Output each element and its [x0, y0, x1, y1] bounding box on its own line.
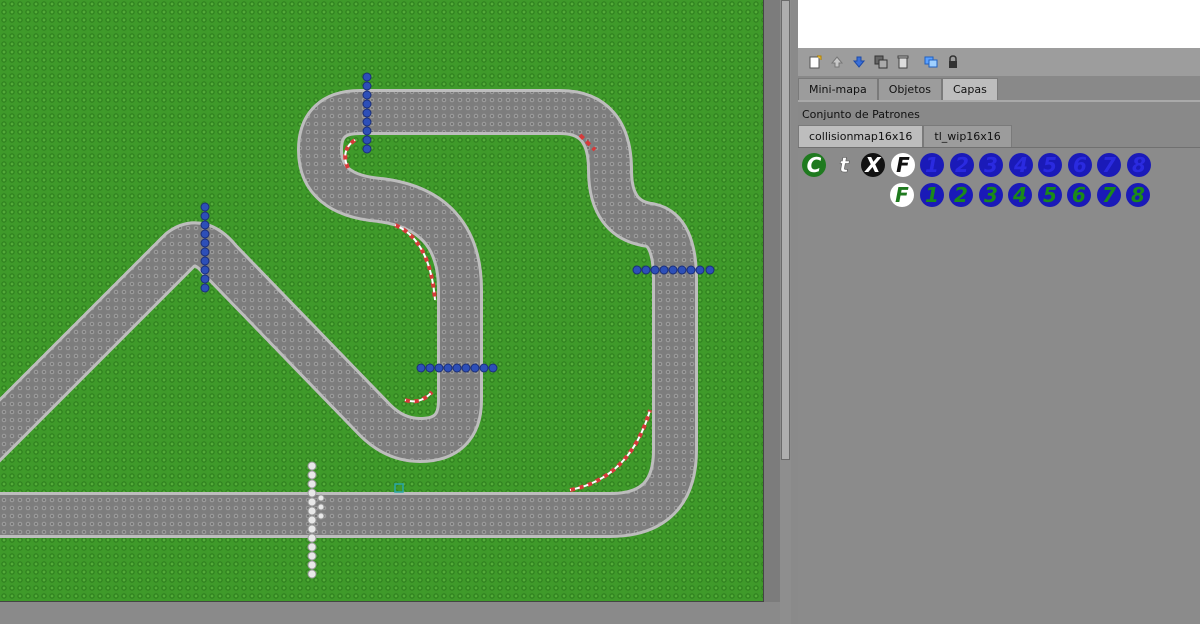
- svg-text:X: X: [863, 153, 882, 177]
- tileset-tabs: collisionmap16x16 tl_wip16x16: [798, 125, 1200, 147]
- map-canvas[interactable]: [0, 0, 764, 602]
- svg-text:7: 7: [1102, 153, 1116, 177]
- svg-text:7: 7: [1102, 183, 1116, 207]
- tile-x-black-icon[interactable]: X: [859, 151, 887, 179]
- tile-6-blue-icon[interactable]: 6: [1066, 151, 1094, 179]
- duplicate-layer-icon[interactable]: [872, 53, 890, 71]
- tile-8-green-icon[interactable]: 8: [1124, 181, 1152, 209]
- show-layers-icon[interactable]: [922, 53, 940, 71]
- tile-2-blue-icon[interactable]: 2: [948, 151, 976, 179]
- layer-toolbar: [798, 48, 1200, 76]
- right-panel: Mini-mapa Objetos Capas Conjunto de Patr…: [798, 0, 1200, 624]
- svg-text:F: F: [896, 153, 910, 177]
- tile-2-green-icon[interactable]: 2: [947, 181, 975, 209]
- svg-text:4: 4: [1012, 183, 1027, 207]
- panel-tabs: Mini-mapa Objetos Capas: [798, 78, 1200, 100]
- tile-3-blue-icon[interactable]: 3: [977, 151, 1005, 179]
- tile-5-green-icon[interactable]: 5: [1036, 181, 1064, 209]
- svg-text:1: 1: [925, 153, 939, 177]
- svg-text:5: 5: [1043, 183, 1057, 207]
- tab-capas[interactable]: Capas: [941, 78, 998, 100]
- tileset-grid[interactable]: CtXF12345678 F12345678: [798, 147, 1200, 624]
- svg-text:1: 1: [925, 183, 939, 207]
- tile-7-blue-icon[interactable]: 7: [1095, 151, 1123, 179]
- tab-mini-mapa[interactable]: Mini-mapa: [798, 78, 878, 100]
- tile-7-green-icon[interactable]: 7: [1095, 181, 1123, 209]
- svg-text:5: 5: [1043, 153, 1057, 177]
- svg-text:4: 4: [1013, 153, 1028, 177]
- svg-text:F: F: [895, 183, 909, 207]
- tile-f-green-icon[interactable]: F: [888, 181, 916, 209]
- panel-splitter[interactable]: [791, 0, 798, 624]
- svg-text:6: 6: [1073, 153, 1087, 177]
- tile-8-blue-icon[interactable]: 8: [1125, 151, 1153, 179]
- svg-text:C: C: [807, 153, 822, 177]
- track-map[interactable]: [0, 0, 764, 602]
- map-bottom-bar: [0, 602, 780, 624]
- svg-text:8: 8: [1132, 153, 1146, 177]
- tile-6-green-icon[interactable]: 6: [1065, 181, 1093, 209]
- tileset-panel-title: Conjunto de Patrones: [802, 108, 920, 121]
- svg-text:2: 2: [954, 183, 968, 207]
- move-down-icon[interactable]: [850, 53, 868, 71]
- tile-f-white-icon[interactable]: F: [889, 151, 917, 179]
- svg-text:8: 8: [1131, 183, 1145, 207]
- svg-text:3: 3: [984, 183, 998, 207]
- map-scrollbar-thumb[interactable]: [781, 0, 790, 460]
- preview-area: [798, 0, 1200, 49]
- tile-5-blue-icon[interactable]: 5: [1036, 151, 1064, 179]
- delete-layer-icon[interactable]: [894, 53, 912, 71]
- tile-4-green-icon[interactable]: 4: [1006, 181, 1034, 209]
- tile-4-blue-icon[interactable]: 4: [1007, 151, 1035, 179]
- lock-icon[interactable]: [944, 53, 962, 71]
- new-layer-icon[interactable]: [806, 53, 824, 71]
- tab-collisionmap16x16[interactable]: collisionmap16x16: [798, 125, 924, 147]
- map-separator: [764, 0, 780, 602]
- tile-c-green-icon[interactable]: C: [800, 151, 828, 179]
- tile-1-blue-icon[interactable]: 1: [918, 151, 946, 179]
- tab-objetos[interactable]: Objetos: [877, 78, 942, 100]
- tab-tl-wip16x16[interactable]: tl_wip16x16: [923, 125, 1012, 147]
- tile-t-plain-icon[interactable]: t: [830, 151, 858, 179]
- svg-text:3: 3: [984, 153, 998, 177]
- svg-text:t: t: [839, 153, 850, 177]
- tile-3-green-icon[interactable]: 3: [977, 181, 1005, 209]
- move-up-icon[interactable]: [828, 53, 846, 71]
- tabs-divider: [798, 100, 1200, 102]
- svg-text:6: 6: [1072, 183, 1086, 207]
- svg-text:2: 2: [955, 153, 969, 177]
- tile-1-green-icon[interactable]: 1: [918, 181, 946, 209]
